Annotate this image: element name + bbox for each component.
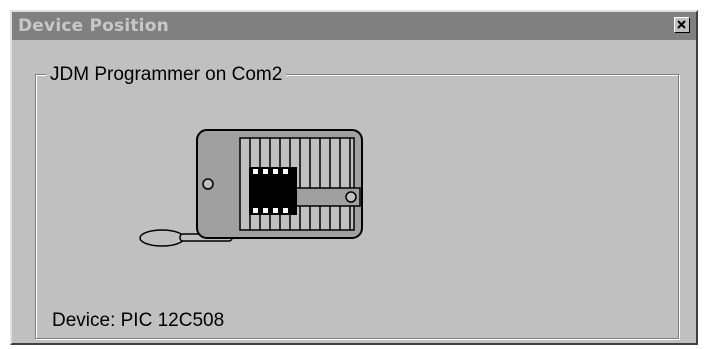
zif-socket-icon <box>132 120 372 255</box>
device-position-window: Device Position JDM Programmer on Com2 D… <box>10 10 698 345</box>
device-label: Device: PIC 12C508 <box>52 310 225 331</box>
close-button[interactable] <box>674 17 690 33</box>
close-x-icon <box>677 20 686 29</box>
title-bar[interactable]: Device Position <box>12 12 696 40</box>
window-title: Device Position <box>18 16 169 36</box>
groupbox-label: JDM Programmer on Com2 <box>46 64 287 86</box>
ic-chip-icon <box>249 167 297 215</box>
